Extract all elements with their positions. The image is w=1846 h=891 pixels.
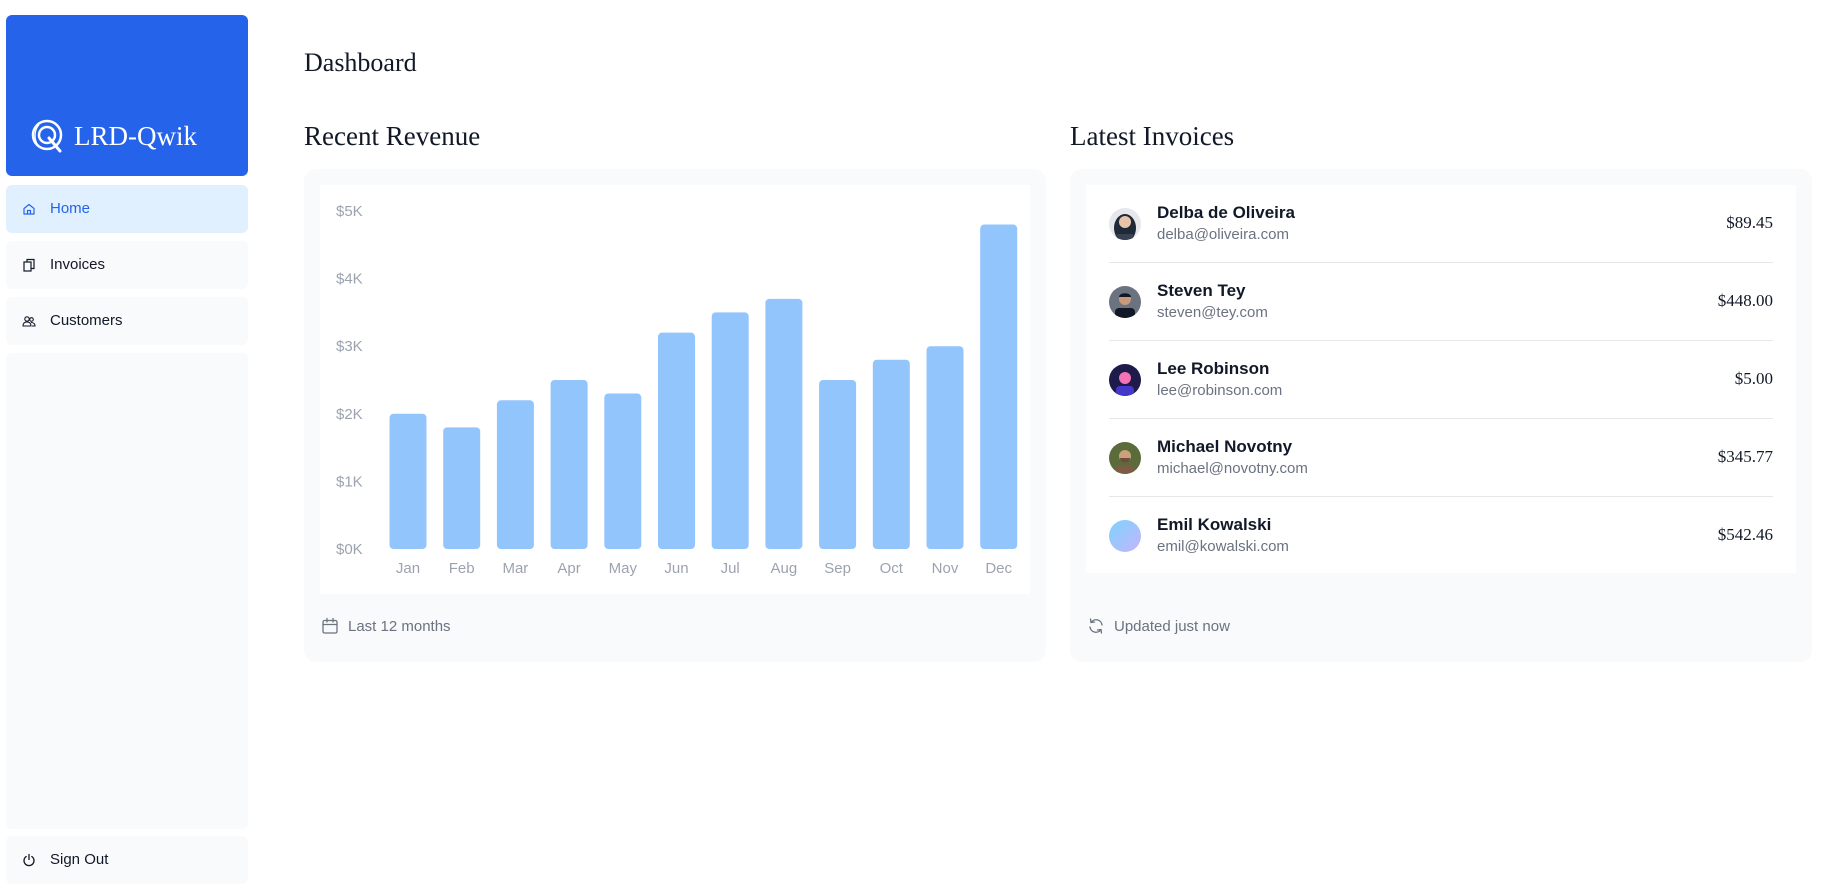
y-tick-label: $2K <box>336 406 363 423</box>
revenue-bar-dec <box>980 224 1018 549</box>
x-tick-label: Dec <box>985 560 1012 577</box>
revenue-bar-aug <box>765 298 803 549</box>
sidebar: LRD-Qwik Home Invoices Customers Sign Ou… <box>6 15 248 891</box>
avatar <box>1109 442 1141 474</box>
main-content: Dashboard Recent Revenue $0K $1K $2K $3K $4K… <box>304 0 1816 891</box>
revenue-bar-oct <box>872 359 910 549</box>
revenue-bar-feb <box>443 427 481 549</box>
revenue-bar-jan <box>389 413 427 549</box>
nav-label-customers: Customers <box>50 312 123 329</box>
avatar <box>1109 520 1141 552</box>
y-tick-label: $1K <box>336 473 363 490</box>
refresh-icon <box>1089 618 1103 634</box>
x-tick-label: Apr <box>557 560 580 577</box>
nav-item-invoices[interactable]: Invoices <box>6 241 248 289</box>
revenue-card: $0K $1K $2K $3K $4K $5K Jan Feb Mar Apr May Jun Jul A… <box>304 169 1046 662</box>
sign-out-button[interactable]: Sign Out <box>6 836 248 884</box>
x-tick-label: Mar <box>502 560 528 577</box>
invoices-card: Delba de Oliveira delba@oliveira.com $89… <box>1070 169 1812 662</box>
revenue-bar-mar <box>496 400 534 549</box>
sign-out-label: Sign Out <box>50 851 109 868</box>
x-tick-label: May <box>609 560 638 577</box>
invoice-amount: $542.46 <box>1717 525 1773 544</box>
x-tick-label: Jan <box>396 560 420 577</box>
invoice-customer-email: steven@tey.com <box>1157 304 1268 321</box>
revenue-chart-panel: $0K $1K $2K $3K $4K $5K Jan Feb Mar Apr May Jun Jul A… <box>320 185 1030 594</box>
x-tick-label: Jul <box>721 560 740 577</box>
invoice-customer-name: Steven Tey <box>1157 281 1246 300</box>
avatar-lee-image <box>1109 364 1141 396</box>
y-tick-label: $0K <box>336 541 363 558</box>
qwik-logo-icon <box>31 119 63 153</box>
avatar-steven-image <box>1109 286 1141 318</box>
invoice-customer-name: Lee Robinson <box>1157 359 1270 378</box>
x-tick-label: Feb <box>449 560 475 577</box>
invoice-customer-email: lee@robinson.com <box>1157 382 1283 399</box>
page-title: Dashboard <box>304 48 417 77</box>
invoices-icon <box>23 258 35 272</box>
nav-label-invoices: Invoices <box>50 256 106 273</box>
brand-banner[interactable]: LRD-Qwik <box>6 15 248 176</box>
nav-item-customers[interactable]: Customers <box>6 297 248 345</box>
revenue-bar-jun <box>658 332 695 549</box>
revenue-bar-sep <box>819 380 857 549</box>
home-icon <box>23 203 35 215</box>
revenue-bar-apr <box>550 380 588 549</box>
avatar-emil-image <box>1109 520 1141 552</box>
x-tick-label: Oct <box>880 560 904 577</box>
avatar <box>1109 208 1141 240</box>
revenue-bar-may <box>604 393 642 549</box>
invoices-list: Delba de Oliveira delba@oliveira.com $89… <box>1086 185 1796 573</box>
brand-name: LRD-Qwik <box>74 121 197 151</box>
invoice-amount: $448.00 <box>1717 291 1773 310</box>
invoice-customer-name: Emil Kowalski <box>1157 515 1272 534</box>
x-tick-label: Sep <box>824 560 851 577</box>
invoice-row[interactable]: Delba de Oliveira delba@oliveira.com $89… <box>1109 185 1773 263</box>
sidebar-spacer <box>6 353 248 829</box>
invoice-customer-email: delba@oliveira.com <box>1157 226 1289 243</box>
x-tick-label: Jun <box>664 560 688 577</box>
y-tick-label: $3K <box>336 338 363 355</box>
invoice-amount: $89.45 <box>1726 213 1773 232</box>
invoices-title: Latest Invoices <box>1070 121 1235 151</box>
invoice-amount: $345.77 <box>1717 447 1773 466</box>
invoice-customer-email: emil@kowalski.com <box>1157 538 1289 555</box>
invoice-row[interactable]: Steven Tey steven@tey.com $448.00 <box>1109 263 1773 341</box>
invoice-row[interactable]: Emil Kowalski emil@kowalski.com $542.46 <box>1109 497 1773 575</box>
invoice-customer-email: michael@novotny.com <box>1157 460 1308 477</box>
invoice-row[interactable]: Michael Novotny michael@novotny.com $345… <box>1109 419 1773 497</box>
customers-icon <box>22 316 36 327</box>
avatar-delba-image <box>1109 208 1141 240</box>
y-tick-label: $4K <box>336 271 363 288</box>
avatar-michael-image <box>1109 442 1141 474</box>
invoice-amount: $5.00 <box>1734 369 1773 388</box>
invoice-customer-name: Michael Novotny <box>1157 437 1293 456</box>
calendar-icon <box>322 617 338 634</box>
invoice-row[interactable]: Lee Robinson lee@robinson.com $5.00 <box>1109 341 1773 419</box>
invoices-footer: Updated just now <box>1114 618 1230 635</box>
avatar <box>1109 364 1141 396</box>
nav-label-home: Home <box>50 200 91 217</box>
revenue-bar-jul <box>711 312 749 549</box>
revenue-bar-nov <box>926 346 964 549</box>
revenue-footer: Last 12 months <box>348 618 451 635</box>
power-icon <box>23 853 35 867</box>
revenue-title: Recent Revenue <box>304 121 481 151</box>
y-tick-label: $5K <box>336 203 363 220</box>
invoice-customer-name: Delba de Oliveira <box>1157 203 1295 222</box>
nav-item-home[interactable]: Home <box>6 185 248 233</box>
x-tick-label: Aug <box>771 560 798 577</box>
revenue-chart: $0K $1K $2K $3K $4K $5K Jan Feb Mar Apr May Jun Jul A… <box>336 203 1018 577</box>
x-tick-label: Nov <box>932 560 959 577</box>
avatar <box>1109 286 1141 318</box>
